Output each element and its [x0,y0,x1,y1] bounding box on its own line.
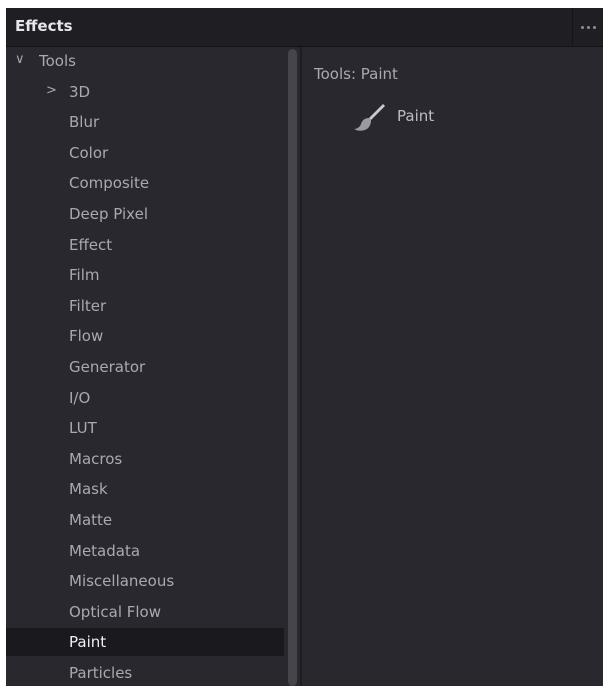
tree-item-label: Matte [69,511,113,529]
tree-item-metadata[interactable]: Metadata [6,537,284,565]
tool-item-paint[interactable]: Paint [352,103,552,133]
tree-item-composite[interactable]: Composite [6,169,284,197]
tree-item-label: Mask [69,480,108,499]
tree-item-blur[interactable]: Blur [6,108,284,136]
tree-item-miscellaneous[interactable]: Miscellaneous [6,567,284,595]
tree-item-macros[interactable]: Macros [6,445,284,473]
tree-item-io[interactable]: I/O [6,384,284,412]
scrollbar-thumb[interactable] [288,49,297,686]
tree-item-mask[interactable]: Mask [6,475,284,503]
tree-item-label: Macros [69,449,123,468]
tree-item-generator[interactable]: Generator [6,353,284,381]
tree-item-particles[interactable]: Particles [6,659,284,686]
tree-item-label: Effect [69,235,113,254]
tree-item-label: Optical Flow [69,602,161,621]
tree-item-film[interactable]: Film [6,261,284,289]
paintbrush-icon [354,104,385,131]
effects-panel: Effects ∨ Tools > 3D Blur Color Composit… [6,8,603,686]
tree-item-label: Film [69,266,100,285]
tree-item-matte[interactable]: Matte [6,506,284,534]
tree-item-label: Generator [69,358,146,376]
tree-item-label: Paint [69,633,107,652]
tool-item-label: Paint [397,107,435,125]
tree-item-label: Filter [69,296,107,315]
tree-item-label: Flow [69,327,104,346]
panel-title: Effects [15,17,73,35]
tree-item-label: Tools [39,52,76,70]
tree-item-label: Blur [69,113,100,132]
tree-item-label: Color [69,143,109,162]
chevron-down-icon[interactable]: ∨ [15,52,25,67]
tree-item-label: Composite [69,174,150,193]
tree-item-color[interactable]: Color [6,139,284,167]
more-dots-icon[interactable] [572,8,603,46]
tree-item-label: I/O [69,388,91,407]
tree-item-effect[interactable]: Effect [6,231,284,259]
tree-scrollbar[interactable] [285,47,300,686]
tree-item-flow[interactable]: Flow [6,322,284,350]
category-tree: ∨ Tools > 3D Blur Color Composite Deep P… [6,47,284,686]
tree-item-paint[interactable]: Paint [6,628,284,657]
tree-item-label: 3D [69,82,91,101]
tool-list-pane: Tools: Paint Paint [302,47,603,686]
tree-item-optical-flow[interactable]: Optical Flow [6,598,284,626]
tree-item-tools[interactable]: ∨ Tools [6,47,284,75]
current-path-label: Tools: Paint [314,65,398,83]
chevron-right-icon[interactable]: > [46,83,57,98]
tree-item-label: Particles [69,664,133,682]
tree-item-filter[interactable]: Filter [6,292,284,320]
tree-item-3d[interactable]: > 3D [6,78,284,106]
tree-item-label: LUT [69,419,97,438]
panel-header: Effects [6,8,603,47]
tree-item-label: Metadata [69,541,141,560]
tree-item-label: Miscellaneous [69,572,175,591]
tree-item-lut[interactable]: LUT [6,414,284,442]
tree-item-deep-pixel[interactable]: Deep Pixel [6,200,284,228]
tree-item-label: Deep Pixel [69,205,148,223]
